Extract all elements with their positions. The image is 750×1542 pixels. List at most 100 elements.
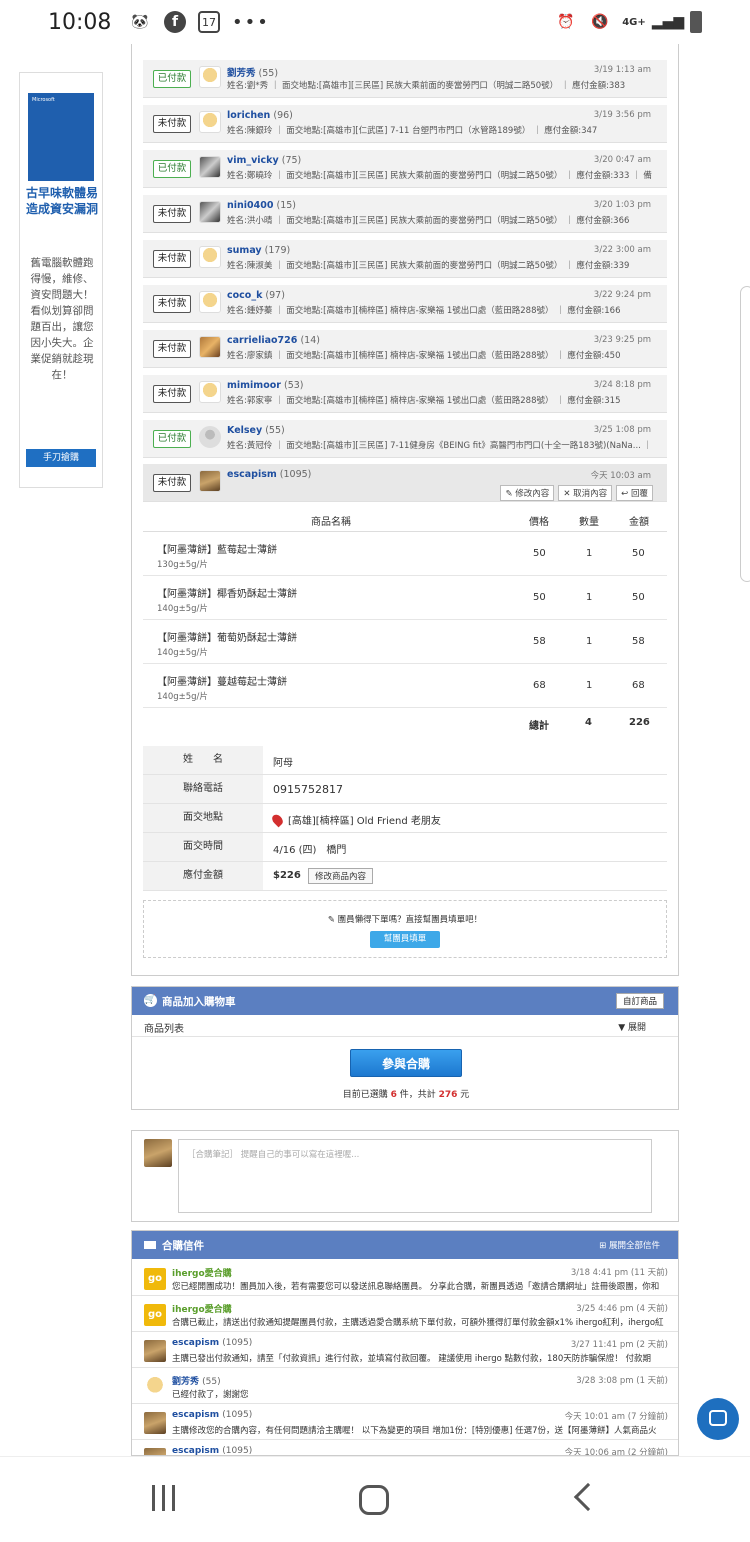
- member-name[interactable]: mimimoor (53): [227, 380, 304, 391]
- order-date: 3/22 9:24 pm: [593, 290, 651, 300]
- payment-status-badge: 未付款: [153, 295, 191, 313]
- message-sender[interactable]: escapism (1095): [172, 1338, 252, 1348]
- battery-icon: [690, 11, 702, 33]
- note-input[interactable]: ［合購筆記］ 提醒自己的事可以寫在這裡喔...: [178, 1139, 652, 1213]
- chat-button[interactable]: [697, 1398, 739, 1440]
- mail-icon: [144, 1241, 156, 1249]
- order-panel: 已付款 劉芳秀 (55) 姓名:劉*秀 ｜ 面交地點:[高雄市][三民區] 民族大乘…: [131, 44, 679, 976]
- avatar[interactable]: [199, 426, 221, 448]
- member-name[interactable]: nini0400 (15): [227, 200, 296, 211]
- joined-summary: 目前已選購 6 件，共計 276 元: [342, 1090, 470, 1100]
- edit-content-button[interactable]: ✎ 修改內容: [500, 485, 555, 501]
- message-sender[interactable]: ihergo愛合購: [172, 1302, 232, 1315]
- member-name[interactable]: lorichen (96): [227, 110, 293, 121]
- items-total-row: 總計 4 226: [529, 717, 650, 732]
- message-time: 3/27 11:41 pm (2 天前): [570, 1340, 668, 1350]
- join-group-buy-button[interactable]: 參與合購: [350, 1049, 462, 1077]
- order-row[interactable]: 已付款 劉芳秀 (55) 姓名:劉*秀 ｜ 面交地點:[高雄市][三民區] 民族大乘…: [143, 60, 667, 98]
- member-name[interactable]: carrieliao726 (14): [227, 335, 320, 346]
- order-date: 3/24 8:18 pm: [593, 380, 651, 390]
- info-name-row: 姓 名 阿母: [143, 746, 667, 775]
- signal-icon: ▂▄▆: [651, 14, 685, 30]
- expand-product-list[interactable]: ▼ 展開: [618, 1020, 646, 1033]
- order-date: 3/19 3:56 pm: [593, 110, 651, 120]
- avatar[interactable]: [199, 111, 221, 133]
- active-order-row[interactable]: 未付款 escapism (1095) 今天 10:03 am ✎ 修改內容 ✕…: [143, 464, 667, 502]
- custom-item-button[interactable]: 自訂商品: [615, 993, 664, 1009]
- alarm-icon: ⏰: [557, 14, 575, 30]
- order-row[interactable]: 未付款 lorichen (96) 姓名:陳銀玲 ｜ 面交地點:[高雄市][仁武區]…: [143, 105, 667, 143]
- item-price: 50: [533, 592, 546, 603]
- message-sender[interactable]: escapism (1095): [172, 1446, 252, 1455]
- ad-banner-image[interactable]: Microsoft: [28, 93, 94, 181]
- avatar[interactable]: [199, 336, 221, 358]
- order-row[interactable]: 已付款 Kelsey (55) 姓名:黃冠伶 ｜ 面交地點:[高雄市][三民區] 7…: [143, 420, 667, 458]
- ihergo-logo-icon: go: [144, 1268, 166, 1290]
- side-panel-edge[interactable]: [740, 286, 750, 582]
- avatar[interactable]: [199, 201, 221, 223]
- order-date: 今天 10:03 am: [590, 471, 651, 481]
- cart-title: 商品加入購物車: [162, 996, 236, 1008]
- message-item[interactable]: escapism (1095) 主購修改您的合購內容，有任何問題請洽主購喔！ 以下…: [132, 1404, 678, 1440]
- more-icon: •••: [232, 11, 270, 33]
- avatar[interactable]: [199, 66, 221, 88]
- message-item[interactable]: escapism (1095) 今天 10:06 am (2 分鐘前): [132, 1440, 678, 1456]
- system-nav-bar: [0, 1456, 750, 1542]
- cart-panel: 🛒 商品加入購物車 自訂商品 商品列表 ▼ 展開 參與合購 目前已選購 6 件，…: [131, 986, 679, 1110]
- order-row[interactable]: 未付款 coco_k (97) 姓名:鍾妤蓁 ｜ 面交地點:[高雄市][楠梓區] 楠…: [143, 285, 667, 323]
- avatar[interactable]: [199, 246, 221, 268]
- item-qty: 1: [586, 680, 593, 691]
- expand-all-messages-button[interactable]: ⊞ 展開全部信件: [599, 1239, 660, 1251]
- item-row: 【阿墨薄餅】葡萄奶酥起士薄餅 140g±5g/片 58 1 58: [143, 620, 667, 664]
- back-button[interactable]: [573, 1482, 603, 1512]
- order-row[interactable]: 未付款 mimimoor (53) 姓名:郭家寧 ｜ 面交地點:[高雄市][楠梓區]…: [143, 375, 667, 413]
- message-time: 3/28 3:08 pm (1 天前): [576, 1376, 668, 1386]
- order-row[interactable]: 已付款 vim_vicky (75) 姓名:鄭曉玲 ｜ 面交地點:[高雄市][三民區…: [143, 150, 667, 188]
- reply-button[interactable]: ↩ 回覆: [616, 485, 653, 501]
- avatar[interactable]: [199, 381, 221, 403]
- item-spec: 140g±5g/片: [157, 692, 208, 702]
- message-preview: 主購已發出付款通知，請至「付款資訊」進行付款，並填寫付款回覆。 建議使用 ihe…: [172, 1354, 651, 1364]
- member-name[interactable]: vim_vicky (75): [227, 155, 301, 166]
- cancel-content-button[interactable]: ✕ 取消內容: [558, 485, 613, 501]
- message-item[interactable]: escapism (1095) 主購已發出付款通知，請至「付款資訊」進行付款，並填…: [132, 1332, 678, 1368]
- member-name[interactable]: sumay (179): [227, 245, 290, 256]
- order-row[interactable]: 未付款 nini0400 (15) 姓名:洪小晴 ｜ 面交地點:[高雄市][三民區]…: [143, 195, 667, 233]
- order-row[interactable]: 未付款 carrieliao726 (14) 姓名:廖家鎮 ｜ 面交地點:[高雄市]…: [143, 330, 667, 368]
- member-name[interactable]: escapism (1095): [227, 469, 311, 480]
- avatar[interactable]: [199, 470, 221, 492]
- fill-for-member-button[interactable]: 幫團員填單: [370, 931, 440, 948]
- message-item[interactable]: go ihergo愛合購 您已經開團成功！團員加入後，若有需要您可以發送訊息聯絡團…: [132, 1260, 678, 1296]
- message-sender[interactable]: 劉芳秀 (55): [172, 1374, 221, 1387]
- message-item[interactable]: go ihergo愛合購 合購已截止，請送出付款通知提醒團員付款，主購透過愛合購系…: [132, 1296, 678, 1332]
- recent-apps-button[interactable]: [150, 1485, 178, 1513]
- ad-buy-button[interactable]: 手刀搶購: [26, 449, 96, 467]
- message-time: 3/18 4:41 pm (11 天前): [570, 1268, 668, 1278]
- member-name[interactable]: Kelsey (55): [227, 425, 285, 436]
- member-name[interactable]: 劉芳秀 (55): [227, 65, 278, 79]
- message-sender[interactable]: escapism (1095): [172, 1410, 252, 1420]
- message-sender[interactable]: ihergo愛合購: [172, 1266, 232, 1279]
- item-price: 50: [533, 548, 546, 559]
- status-bar: 10:08 🐼 f 17 ••• ⏰ 🔇 4G+ ▂▄▆: [0, 0, 750, 46]
- item-qty: 1: [586, 636, 593, 647]
- clock: 10:08: [48, 10, 112, 35]
- message-time: 今天 10:06 am (2 分鐘前): [564, 1448, 668, 1456]
- mute-icon: 🔇: [591, 14, 609, 30]
- item-name: 【阿墨薄餅】葡萄奶酥起士薄餅: [157, 633, 297, 644]
- home-button[interactable]: [359, 1485, 389, 1515]
- ad-sidebar[interactable]: Microsoft 古早味軟體易造成資安漏洞 舊電腦軟體跑得慢，維修、資安問題大…: [19, 72, 103, 488]
- order-detail: 姓名:黃冠伶 ｜ 面交地點:[高雄市][三民區] 7-11健身房《BEING f…: [227, 441, 653, 451]
- avatar[interactable]: [199, 291, 221, 313]
- item-amount: 50: [632, 548, 645, 559]
- order-detail: 姓名:廖家鎮 ｜ 面交地點:[高雄市][楠梓區] 楠梓店-家樂福 1號出口處（藍…: [227, 351, 621, 361]
- item-price: 58: [533, 636, 546, 647]
- member-name[interactable]: coco_k (97): [227, 290, 285, 301]
- avatar[interactable]: [199, 156, 221, 178]
- payment-status-badge: 未付款: [153, 115, 191, 133]
- avatar: [144, 1412, 166, 1434]
- ad-title[interactable]: 古早味軟體易造成資安漏洞: [26, 185, 98, 217]
- modify-items-button[interactable]: 修改商品內容: [308, 868, 374, 884]
- order-row[interactable]: 未付款 sumay (179) 姓名:陳淑美 ｜ 面交地點:[高雄市][三民區] 民…: [143, 240, 667, 278]
- message-item[interactable]: 劉芳秀 (55) 已經付款了，謝謝您 3/28 3:08 pm (1 天前): [132, 1368, 678, 1404]
